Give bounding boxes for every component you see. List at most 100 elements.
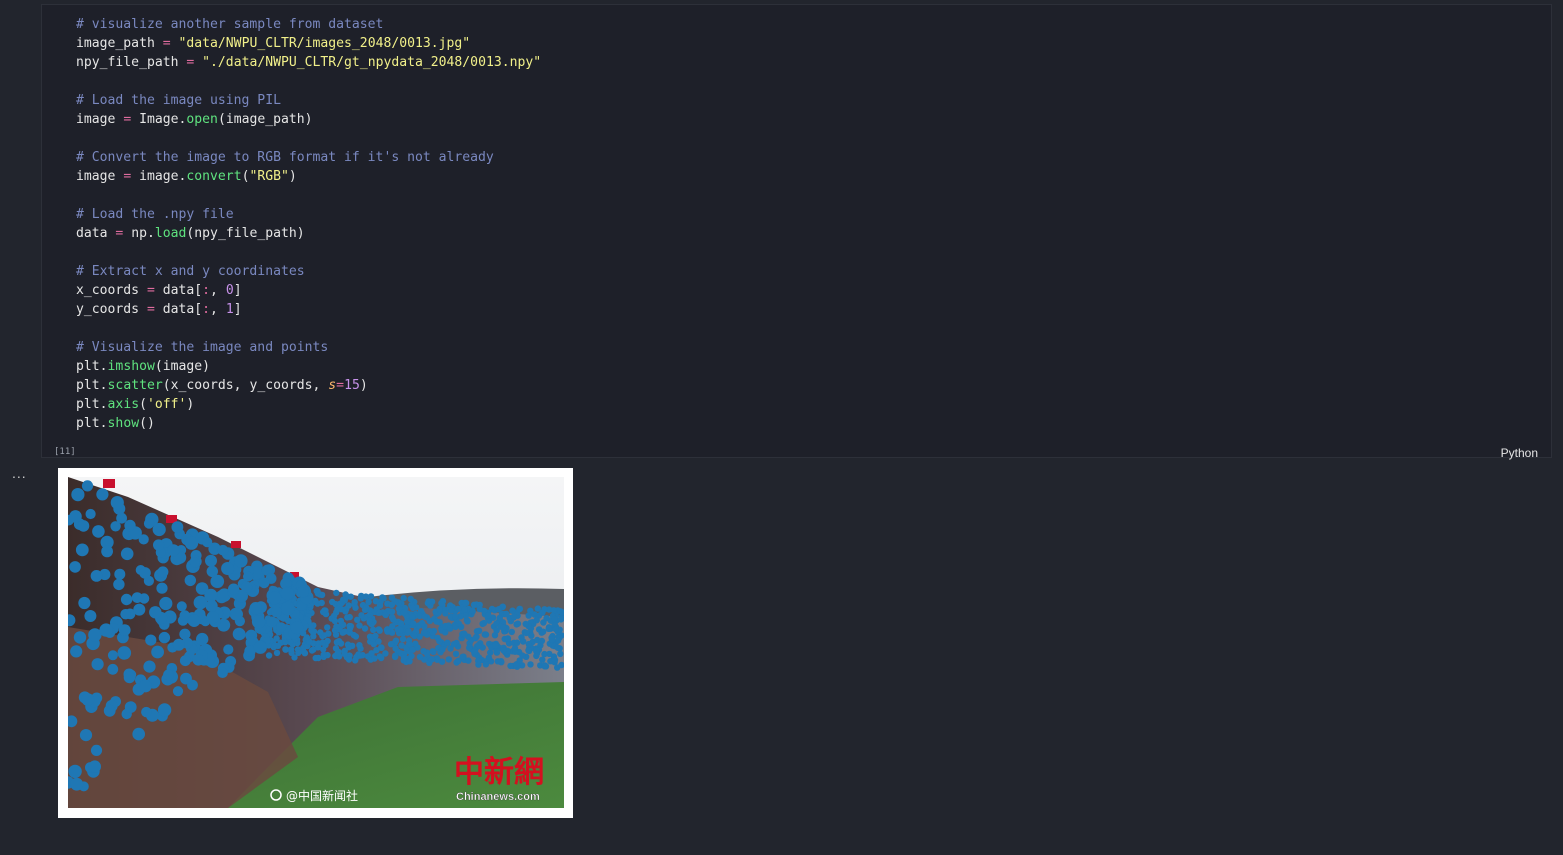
scatter-point [465,657,472,664]
scatter-point [308,647,316,654]
scatter-point [205,599,218,612]
scatter-point [409,646,416,653]
scatter-point [352,604,359,611]
scatter-point [320,651,327,658]
scatter-point [400,609,408,616]
scatter-point [436,605,443,613]
scatter-point [303,634,310,641]
scatter-point [321,607,328,614]
scatter-point [230,608,243,621]
scatter-point [436,638,443,645]
scatter-point [366,611,373,619]
scatter-point [258,577,270,589]
scatter-point [475,642,482,649]
scatter-point [333,589,340,597]
code-line[interactable]: # Visualize the image and points [76,338,541,357]
scatter-point [340,596,347,603]
scatter-point [510,613,518,620]
scatter-point [70,777,84,791]
code-line[interactable] [76,72,541,91]
scatter-point [110,496,124,510]
scatter-point [280,587,294,601]
scatter-point [143,518,155,529]
scatter-point [400,594,407,602]
output-more-actions-button[interactable]: ... [12,465,27,481]
scatter-point [557,650,564,658]
scatter-point [388,594,396,601]
code-line[interactable] [76,319,541,338]
scatter-point [92,525,105,538]
code-line[interactable]: plt.scatter(x_coords, y_coords, s=15) [76,376,541,395]
scatter-point [397,627,404,634]
scatter-point [365,598,372,606]
scatter-point [221,562,235,575]
code-line[interactable]: plt.imshow(image) [76,357,541,376]
scatter-point [251,615,266,629]
scatter-point [409,604,417,612]
code-line[interactable]: image_path = "data/NWPU_CLTR/images_2048… [76,34,541,53]
scatter-point [400,654,408,661]
scatter-point [70,645,83,658]
language-label[interactable]: Python [1501,446,1538,460]
scatter-point [77,520,90,532]
code-line[interactable]: npy_file_path = "./data/NWPU_CLTR/gt_npy… [76,53,541,72]
scatter-point [91,658,104,671]
scatter-point [342,608,349,615]
code-line[interactable] [76,243,541,262]
code-line[interactable]: # Load the image using PIL [76,91,541,110]
code-line[interactable] [76,129,541,148]
code-line[interactable]: x_coords = data[:, 0] [76,281,541,300]
scatter-point [384,628,391,635]
code-line[interactable]: data = np.load(npy_file_path) [76,224,541,243]
scatter-point [163,669,174,681]
scatter-point [271,642,279,649]
scatter-point [551,615,558,623]
scatter-point [444,639,451,646]
scatter-point [470,648,478,655]
scatter-point [271,606,282,618]
scatter-point [68,764,82,779]
scatter-point [397,620,405,627]
code-editor[interactable]: # visualize another sample from dataset i… [76,15,541,433]
scatter-point [357,595,364,602]
scatter-point [361,606,369,613]
code-line[interactable]: # visualize another sample from dataset [76,15,541,34]
scatter-point [352,657,359,664]
code-line[interactable]: y_coords = data[:, 1] [76,300,541,319]
scatter-point [99,623,113,637]
scatter-point [124,519,136,532]
scatter-point [555,637,562,644]
scatter-point [496,614,503,622]
code-line[interactable]: image = Image.open(image_path) [76,110,541,129]
scatter-point [273,649,281,657]
output-image-container: @中国新闻社 中新網 Chinanews.com [58,468,573,818]
code-line[interactable]: image = image.convert("RGB") [76,167,541,186]
scatter-point [482,661,490,668]
scatter-point [329,598,336,606]
scatter-point [223,644,234,655]
code-cell[interactable]: # visualize another sample from dataset i… [41,4,1552,460]
code-line[interactable]: # Convert the image to RGB format if it'… [76,148,541,167]
scatter-point [450,640,458,648]
code-line[interactable]: plt.axis('off') [76,395,541,414]
scatter-point [217,667,228,678]
code-line[interactable] [76,186,541,205]
scatter-point [552,626,559,633]
scatter-point [84,610,97,622]
scatter-point [253,640,267,654]
scatter-point [376,609,383,616]
scatter-point [176,601,187,612]
scatter-point [187,614,201,627]
scatter-point [416,653,424,661]
scatter-point [533,646,540,654]
scatter-point [249,602,262,615]
scatter-point [366,617,373,625]
code-line[interactable]: plt.show() [76,414,541,433]
scatter-point [276,622,287,633]
scatter-point [420,648,427,655]
code-line[interactable]: # Load the .npy file [76,205,541,224]
code-line[interactable]: # Extract x and y coordinates [76,262,541,281]
scatter-point [543,615,550,622]
scatter-point [409,613,416,620]
scatter-point [282,646,289,653]
